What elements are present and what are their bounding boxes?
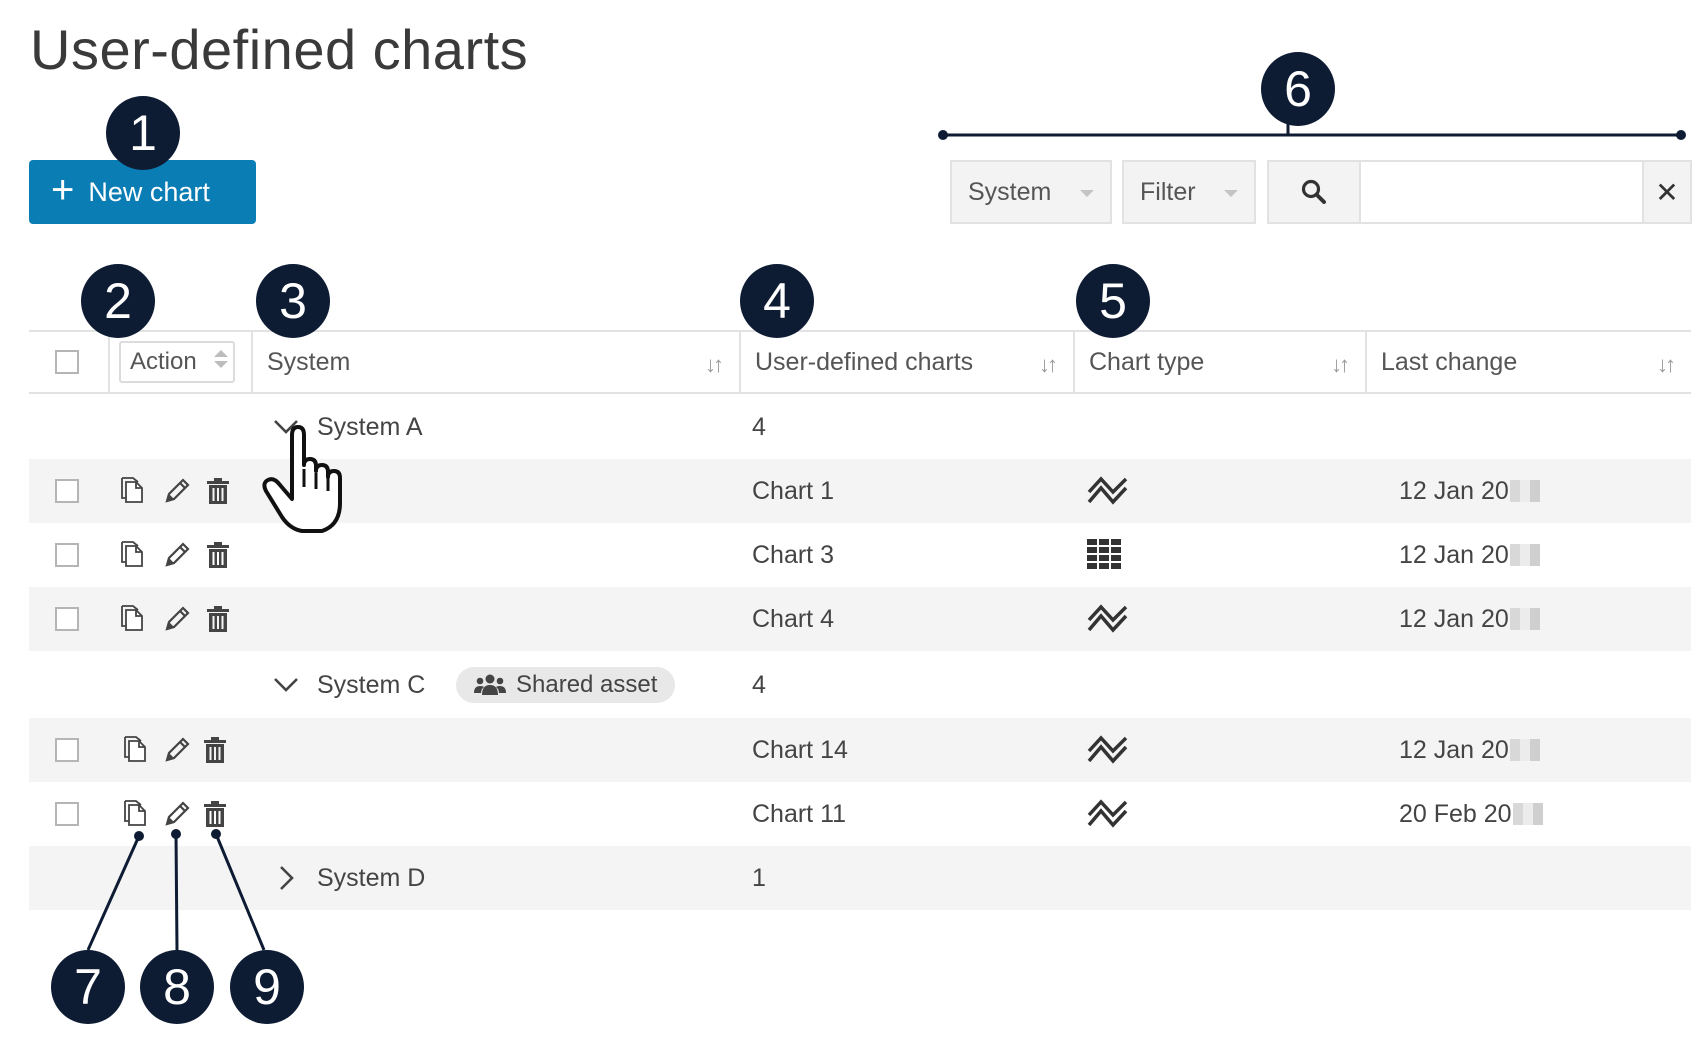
table-row: Chart 3 12 Jan 20 bbox=[29, 523, 1691, 587]
chevron-down-icon[interactable] bbox=[272, 653, 300, 717]
table-row: Chart 14 12 Jan 20 bbox=[29, 718, 1691, 782]
chevron-right-icon[interactable] bbox=[272, 846, 300, 910]
select-all-checkbox[interactable] bbox=[55, 350, 79, 374]
charts-column-header[interactable]: User-defined charts ↓↑ bbox=[739, 332, 1073, 392]
delete-icon[interactable] bbox=[206, 587, 230, 651]
last-change: 12 Jan 20 bbox=[1399, 459, 1540, 523]
search-icon bbox=[1301, 179, 1326, 204]
table-row: Chart 11 20 Feb 20 bbox=[29, 782, 1691, 846]
row-checkbox[interactable] bbox=[55, 543, 79, 567]
callout-5: 5 bbox=[1076, 264, 1150, 338]
last-change: 20 Feb 20 bbox=[1399, 782, 1543, 846]
delete-icon[interactable] bbox=[206, 523, 230, 587]
sort-icon[interactable]: ↓↑ bbox=[705, 352, 724, 378]
chart-name[interactable]: Chart 14 bbox=[752, 718, 848, 782]
callout-6: 6 bbox=[1261, 52, 1335, 126]
action-dropdown[interactable]: Action bbox=[119, 341, 235, 383]
group-count: 4 bbox=[752, 670, 766, 699]
last-change: 12 Jan 20 bbox=[1399, 587, 1540, 651]
filter-select[interactable]: Filter bbox=[1122, 160, 1256, 224]
group-name: System A bbox=[317, 412, 423, 441]
badge-label: Shared asset bbox=[516, 671, 658, 698]
chevron-down-icon bbox=[1080, 190, 1094, 197]
group-row-system-d[interactable]: System D 1 bbox=[29, 846, 1691, 910]
table-header: Action System ↓↑ User-defined charts ↓↑ … bbox=[29, 330, 1691, 394]
group-row-system-a[interactable]: System A 4 bbox=[29, 395, 1691, 459]
charts-header-label: User-defined charts bbox=[755, 347, 974, 376]
filter-select-label: Filter bbox=[1140, 177, 1196, 206]
sort-icon[interactable]: ↓↑ bbox=[1039, 352, 1058, 378]
search-input[interactable] bbox=[1361, 160, 1642, 224]
delete-icon[interactable] bbox=[203, 782, 227, 846]
system-column-header[interactable]: System ↓↑ bbox=[251, 332, 739, 392]
sort-icon[interactable]: ↓↑ bbox=[1657, 352, 1676, 378]
copy-icon[interactable] bbox=[120, 587, 146, 651]
search-button[interactable] bbox=[1267, 160, 1361, 224]
last-change-column-header[interactable]: Last change ↓↑ bbox=[1365, 332, 1691, 392]
group-name: System D bbox=[317, 863, 426, 892]
copy-icon[interactable] bbox=[120, 459, 146, 523]
edit-icon[interactable] bbox=[163, 718, 191, 782]
callout-7: 7 bbox=[51, 950, 125, 1024]
copy-icon[interactable] bbox=[123, 782, 149, 846]
callout-4: 4 bbox=[740, 264, 814, 338]
edit-icon[interactable] bbox=[163, 782, 191, 846]
chevron-down-icon bbox=[1224, 190, 1238, 197]
edit-icon[interactable] bbox=[163, 523, 191, 587]
shared-asset-badge: Shared asset bbox=[456, 667, 676, 703]
delete-icon[interactable] bbox=[206, 459, 230, 523]
callout-9: 9 bbox=[230, 950, 304, 1024]
line-chart-icon bbox=[1087, 459, 1129, 523]
callout-1: 1 bbox=[106, 96, 180, 170]
line-chart-icon bbox=[1087, 782, 1129, 846]
system-header-label: System bbox=[267, 347, 351, 376]
action-header: Action bbox=[119, 332, 235, 392]
users-icon bbox=[474, 674, 506, 695]
delete-icon[interactable] bbox=[203, 718, 227, 782]
row-checkbox[interactable] bbox=[55, 607, 79, 631]
sort-icon[interactable]: ↓↑ bbox=[1331, 352, 1350, 378]
last-change: 12 Jan 20 bbox=[1399, 718, 1540, 782]
line-chart-icon bbox=[1087, 587, 1129, 651]
sort-updown-icon bbox=[214, 350, 228, 368]
callout-2: 2 bbox=[81, 264, 155, 338]
row-checkbox[interactable] bbox=[55, 479, 79, 503]
copy-icon[interactable] bbox=[120, 523, 146, 587]
page-title: User-defined charts bbox=[30, 18, 529, 81]
table-row: Chart 1 12 Jan 20 bbox=[29, 459, 1691, 523]
callout-3: 3 bbox=[256, 264, 330, 338]
plus-icon: + bbox=[51, 168, 75, 212]
new-chart-label: New chart bbox=[88, 176, 210, 207]
close-icon: ✕ bbox=[1655, 176, 1679, 208]
chart-name[interactable]: Chart 3 bbox=[752, 523, 834, 587]
edit-icon[interactable] bbox=[163, 459, 191, 523]
copy-icon[interactable] bbox=[123, 718, 149, 782]
system-select[interactable]: System bbox=[950, 160, 1112, 224]
last-change-header-label: Last change bbox=[1381, 347, 1518, 376]
chevron-down-icon[interactable] bbox=[272, 395, 300, 459]
table-row: Chart 4 12 Jan 20 bbox=[29, 587, 1691, 651]
group-count: 1 bbox=[752, 863, 766, 892]
chart-name[interactable]: Chart 4 bbox=[752, 587, 834, 651]
row-checkbox[interactable] bbox=[55, 738, 79, 762]
chart-name[interactable]: Chart 11 bbox=[752, 782, 846, 846]
chart-name[interactable]: Chart 1 bbox=[752, 459, 834, 523]
clear-search-button[interactable]: ✕ bbox=[1642, 160, 1692, 224]
callout-8: 8 bbox=[140, 950, 214, 1024]
row-checkbox[interactable] bbox=[55, 802, 79, 826]
chart-type-header-label: Chart type bbox=[1089, 347, 1205, 376]
group-name: System C bbox=[317, 670, 426, 699]
action-label: Action bbox=[130, 348, 197, 375]
system-select-label: System bbox=[968, 177, 1052, 206]
group-row-system-c[interactable]: System C Shared asset 4 bbox=[29, 653, 1691, 717]
edit-icon[interactable] bbox=[163, 587, 191, 651]
line-chart-icon bbox=[1087, 718, 1129, 782]
group-count: 4 bbox=[752, 412, 766, 441]
last-change: 12 Jan 20 bbox=[1399, 523, 1540, 587]
table-chart-icon bbox=[1087, 523, 1123, 587]
select-all-cell bbox=[55, 332, 79, 392]
chart-type-column-header[interactable]: Chart type ↓↑ bbox=[1073, 332, 1365, 392]
